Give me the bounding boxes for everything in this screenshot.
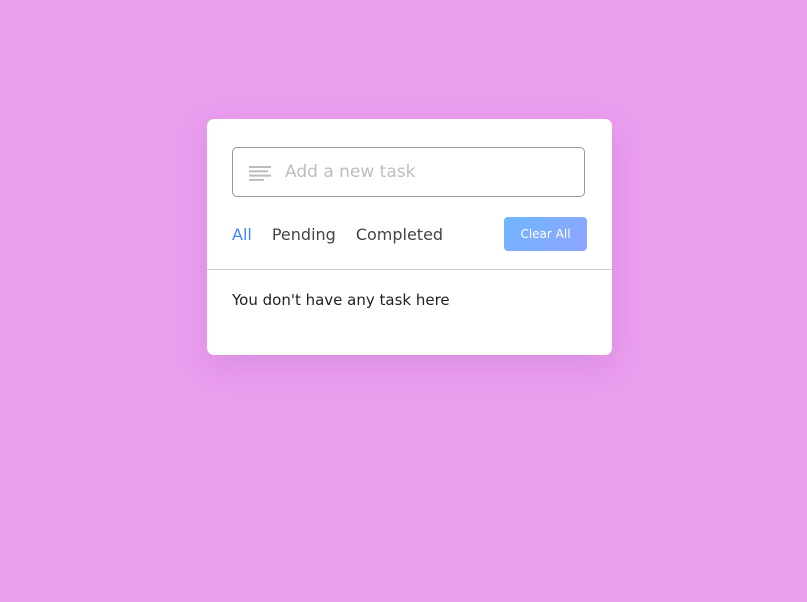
filter-tabs: All Pending Completed bbox=[232, 217, 463, 251]
clear-all-button[interactable]: Clear All bbox=[504, 217, 587, 251]
task-input[interactable] bbox=[285, 148, 575, 196]
task-input-container[interactable] bbox=[232, 147, 585, 197]
task-controls: All Pending Completed Clear All bbox=[232, 217, 587, 251]
todo-card: All Pending Completed Clear All You don'… bbox=[207, 119, 612, 355]
filter-pending[interactable]: Pending bbox=[272, 225, 336, 244]
empty-task-message: You don't have any task here bbox=[232, 291, 450, 309]
filter-completed[interactable]: Completed bbox=[356, 225, 443, 244]
filter-all[interactable]: All bbox=[232, 225, 252, 244]
divider bbox=[207, 269, 612, 270]
text-lines-icon bbox=[249, 166, 271, 181]
